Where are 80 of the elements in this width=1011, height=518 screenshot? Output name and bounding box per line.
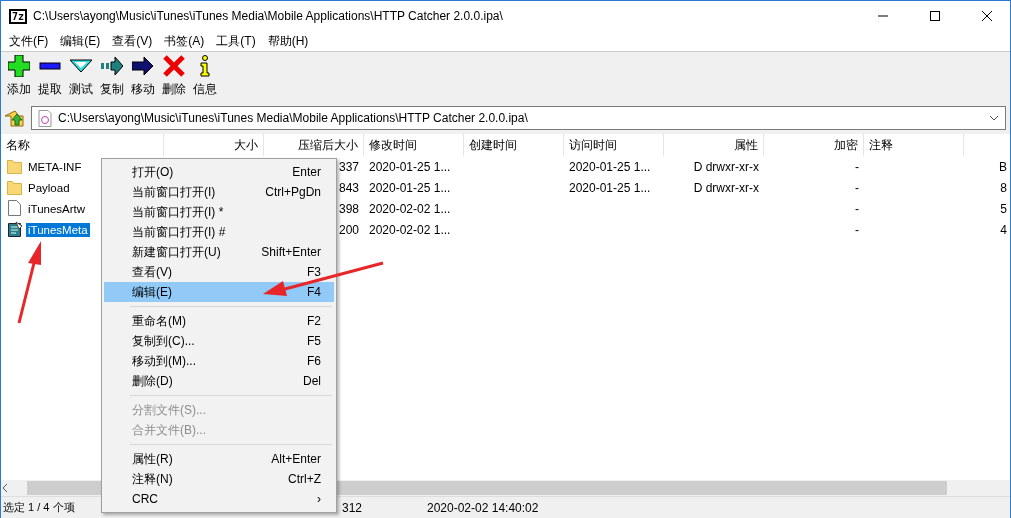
table-cell: -: [855, 159, 859, 174]
close-icon: [982, 11, 992, 21]
file-icon: [38, 109, 52, 127]
window-title: C:\Users\ayong\Music\iTunes\iTunes Media\Mobile Applications\HTTP Catcher 2.0.0.ipa\: [33, 9, 504, 23]
file-name[interactable]: iTunesMeta: [26, 222, 90, 237]
address-field[interactable]: C:\Users\ayong\Music\iTunes\iTunes Media\Mobile Applications\HTTP Catcher 2.0.0.ipa\: [31, 106, 1006, 130]
column-header[interactable]: 加密: [764, 134, 864, 156]
table-cell: -: [855, 180, 859, 195]
menu-item[interactable]: 当前窗口打开(I) Ctrl+PgDn: [104, 182, 334, 202]
menu-item[interactable]: 帮助(H): [261, 32, 315, 50]
table-cell: D drwxr-xr-x: [693, 180, 759, 195]
maximize-icon: [930, 11, 940, 21]
menu-item[interactable]: 编辑(E) F4: [104, 282, 334, 302]
table-cell: B: [999, 159, 1007, 174]
menu-item[interactable]: 移动到(M)... F6: [104, 351, 334, 371]
table-cell: 2020-01-25 1...: [569, 180, 651, 195]
column-header[interactable]: 访问时间: [564, 134, 664, 156]
status-text: 选定 1 / 4 个项: [2, 500, 76, 515]
menu-item[interactable]: 查看(V) F3: [104, 262, 334, 282]
file-name[interactable]: Payload: [26, 180, 72, 195]
menu-item[interactable]: 属性(R) Alt+Enter: [104, 449, 334, 469]
table-cell: 200: [338, 222, 359, 237]
table-cell: 337: [338, 159, 359, 174]
folder-icon: [7, 179, 23, 196]
menu-item[interactable]: 书签(A): [158, 32, 211, 50]
column-header[interactable]: 修改时间: [364, 134, 464, 156]
column-header[interactable]: 属性: [664, 134, 764, 156]
document-icon: [7, 221, 23, 238]
menu-item[interactable]: 工具(T): [210, 32, 262, 50]
menu-item[interactable]: 编辑(E): [54, 32, 107, 50]
file-icon: [7, 200, 23, 217]
cross-icon: [162, 55, 185, 77]
table-cell: 398: [338, 201, 359, 216]
table-cell: 4: [1000, 222, 1007, 237]
table-cell: 2020-01-25 1...: [569, 159, 651, 174]
menu-item[interactable]: 当前窗口打开(I) *: [104, 202, 334, 222]
arrow-icon: [131, 55, 154, 77]
column-header[interactable]: 大小: [164, 134, 264, 156]
column-header[interactable]: 压缩后大小: [264, 134, 364, 156]
table-cell: 5: [1000, 201, 1007, 216]
table-cell: 843: [338, 180, 359, 195]
menu-item[interactable]: 查看(V): [106, 32, 159, 50]
dropdown-icon[interactable]: [989, 115, 999, 121]
column-header[interactable]: 名称: [1, 134, 164, 156]
app-logo: 7z: [9, 8, 28, 24]
table-cell: 2020-01-25 1...: [369, 180, 451, 195]
column-header[interactable]: 注释: [864, 134, 964, 156]
table-cell: -: [855, 222, 859, 237]
table-cell: 2020-02-02 1...: [369, 201, 451, 216]
file-name[interactable]: META-INF: [26, 159, 84, 174]
toolbar-button[interactable]: 提取: [34, 55, 65, 100]
arrow-icon: [100, 55, 123, 77]
table-cell: 8: [1000, 180, 1007, 195]
menu-item[interactable]: 复制到(C)... F5: [104, 331, 334, 351]
toolbar-button[interactable]: 复制: [96, 55, 127, 100]
menu-item[interactable]: 删除(D) Del: [104, 371, 334, 391]
plus-icon: [7, 55, 30, 77]
table-cell: -: [855, 201, 859, 216]
table-cell: D drwxr-xr-x: [693, 159, 759, 174]
menu-item[interactable]: 文件(F): [3, 32, 55, 50]
folder-up-icon[interactable]: [3, 108, 25, 128]
menu-item[interactable]: 当前窗口打开(I) #: [104, 222, 334, 242]
toolbar-button[interactable]: 添加: [3, 55, 34, 100]
menu-item[interactable]: 新建窗口打开(U) Shift+Enter: [104, 242, 334, 262]
toolbar-button[interactable]: 删除: [158, 55, 189, 100]
menu-item[interactable]: 重命名(M) F2: [104, 311, 334, 331]
toolbar-button[interactable]: 移动: [127, 55, 158, 100]
menu-item[interactable]: 注释(N) Ctrl+Z: [104, 469, 334, 489]
table-cell: 2020-01-25 1...: [369, 159, 451, 174]
table-cell: 2020-02-02 1...: [369, 222, 451, 237]
folder-icon: [7, 158, 23, 175]
toolbar-button[interactable]: 测试: [65, 55, 96, 100]
menu-item[interactable]: 打开(O) Enter: [104, 162, 334, 182]
menu-item[interactable]: CRC ›: [104, 489, 334, 509]
status-text: 312: [341, 500, 364, 515]
toolbar-button[interactable]: 信息: [189, 55, 220, 100]
file-name[interactable]: iTunesArtw: [26, 201, 88, 216]
status-text: 2020-02-02 14:40:02: [426, 500, 540, 515]
scroll-left-icon[interactable]: [1, 483, 9, 493]
column-header[interactable]: 创建时间: [464, 134, 564, 156]
